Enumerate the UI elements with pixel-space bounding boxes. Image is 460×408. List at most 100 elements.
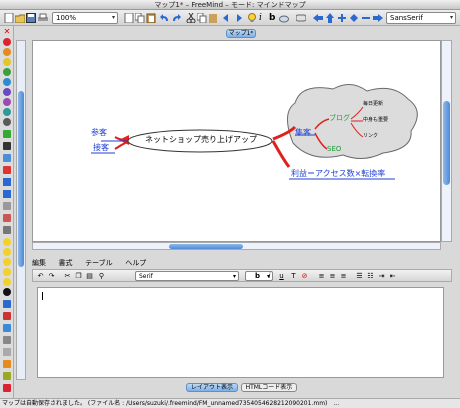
- priority-4-icon[interactable]: [3, 68, 11, 76]
- canvas-vertical-thumb[interactable]: [443, 101, 450, 185]
- canvas-horizontal-scrollbar[interactable]: [32, 242, 441, 250]
- priority-3-icon[interactable]: [3, 58, 11, 66]
- pencil-icon[interactable]: [3, 202, 11, 210]
- smiley-icon[interactable]: [3, 238, 11, 246]
- mindmap-canvas[interactable]: ネットショップ売り上げアップ 参客 接客 集客 ブログ SEO 毎日更新 中身も…: [32, 40, 441, 242]
- node-blog[interactable]: ブログ: [329, 113, 350, 123]
- password-icon[interactable]: [3, 226, 11, 234]
- mail-icon[interactable]: [3, 312, 11, 320]
- align-right-icon[interactable]: ≡: [339, 272, 348, 280]
- list-unordered-icon[interactable]: ☰: [355, 272, 364, 280]
- list-ordered-icon[interactable]: ☷: [366, 272, 375, 280]
- back-icon[interactable]: [222, 13, 232, 23]
- note-editor[interactable]: [37, 287, 444, 378]
- node-sekkyaku[interactable]: 接客: [93, 142, 109, 153]
- node-seo[interactable]: SEO: [327, 145, 341, 153]
- priority-7-icon[interactable]: [3, 98, 11, 106]
- paste-small-icon[interactable]: ▤: [85, 272, 94, 280]
- forward-icon[interactable]: [233, 13, 243, 23]
- canvas-vertical-scrollbar[interactable]: [441, 40, 452, 242]
- new-map-icon[interactable]: [4, 12, 14, 24]
- node-profit[interactable]: 利益＝アクセス数×転換率: [291, 168, 385, 179]
- cut-small-icon[interactable]: ✂: [63, 272, 72, 280]
- align-center-icon[interactable]: ≡: [328, 272, 337, 280]
- smiley-neutral-icon[interactable]: [3, 248, 11, 256]
- menu-format[interactable]: 書式: [59, 258, 73, 268]
- text-color-icon[interactable]: T: [289, 272, 298, 280]
- node-shukyaku[interactable]: 集客: [295, 127, 311, 138]
- cut-icon[interactable]: [186, 12, 196, 24]
- priority-1-icon[interactable]: [3, 38, 11, 46]
- italic-icon[interactable]: i: [259, 13, 269, 23]
- save-icon[interactable]: [26, 13, 36, 23]
- list-icon[interactable]: [3, 348, 11, 356]
- minus-icon[interactable]: [361, 13, 371, 23]
- copy2-icon[interactable]: [196, 12, 207, 24]
- tab-layout-view[interactable]: レイアウト表示: [186, 383, 239, 392]
- clear-format-icon[interactable]: ⊘: [300, 272, 309, 280]
- menu-table[interactable]: テーブル: [85, 258, 113, 268]
- remove-icon[interactable]: ✕: [3, 28, 11, 36]
- node-sankyaku[interactable]: 参客: [91, 127, 107, 138]
- align-left-icon[interactable]: ≡: [317, 272, 326, 280]
- idea-icon[interactable]: [247, 13, 257, 23]
- editor-font-select[interactable]: Serif ▾: [135, 271, 239, 281]
- smiley-angry-icon[interactable]: [3, 268, 11, 276]
- clock-icon[interactable]: [3, 324, 11, 332]
- bulb-icon[interactable]: [3, 360, 11, 368]
- diamond-icon[interactable]: [349, 13, 359, 23]
- arrow-left-icon[interactable]: [313, 13, 323, 23]
- redo-small-icon[interactable]: ↷: [47, 272, 56, 280]
- canvas-horizontal-thumb[interactable]: [169, 244, 243, 249]
- node-daily-update[interactable]: 毎日更新: [363, 100, 383, 107]
- node-icon[interactable]: [295, 13, 307, 23]
- priority-9-icon[interactable]: [3, 118, 11, 126]
- add-icon[interactable]: [337, 13, 347, 23]
- node-link[interactable]: リンク: [363, 132, 378, 139]
- flag-icon[interactable]: [3, 130, 11, 138]
- attach-icon[interactable]: [3, 336, 11, 344]
- find-icon[interactable]: ⚲: [97, 272, 106, 280]
- palette-scroll-thumb[interactable]: [18, 91, 24, 267]
- smiley-sad-icon[interactable]: [3, 258, 11, 266]
- tab-html-view[interactable]: HTMLコード表示: [240, 383, 298, 392]
- info-icon[interactable]: [3, 154, 11, 162]
- copy-icon[interactable]: [134, 12, 145, 24]
- node-content-important[interactable]: 中身も重要: [363, 116, 388, 123]
- print-icon[interactable]: [38, 13, 48, 23]
- undo-icon[interactable]: [160, 13, 170, 23]
- outdent-icon[interactable]: ⇤: [388, 272, 397, 280]
- bold-button[interactable]: b: [253, 272, 262, 280]
- warning-icon[interactable]: [3, 166, 11, 174]
- idea-small-icon[interactable]: [3, 372, 11, 380]
- key-icon[interactable]: [3, 214, 11, 222]
- indent-icon[interactable]: ⇥: [377, 272, 386, 280]
- arrow-icon[interactable]: [3, 178, 11, 186]
- open-icon[interactable]: [14, 13, 26, 24]
- font-family-select[interactable]: SansSerif ▾: [386, 12, 456, 24]
- book-icon[interactable]: [3, 300, 11, 308]
- priority-2-icon[interactable]: [3, 48, 11, 56]
- back-arrow-icon[interactable]: [3, 190, 11, 198]
- arrow-up-icon[interactable]: [325, 13, 335, 23]
- palette-scrollbar[interactable]: [16, 40, 26, 380]
- priority-6-icon[interactable]: [3, 88, 11, 96]
- underline-button[interactable]: u: [277, 272, 286, 280]
- italic-button[interactable]: i: [265, 272, 274, 280]
- smiley-surprised-icon[interactable]: [3, 278, 11, 286]
- root-node[interactable]: ネットショップ売り上げアップ: [131, 134, 271, 145]
- menu-help[interactable]: ヘルプ: [125, 258, 146, 268]
- new-doc-icon[interactable]: [124, 12, 134, 24]
- heart-icon[interactable]: [3, 384, 11, 392]
- priority-8-icon[interactable]: [3, 108, 11, 116]
- menu-edit[interactable]: 編集: [32, 258, 46, 268]
- black-dot-icon[interactable]: [3, 288, 11, 296]
- cloud-icon[interactable]: [279, 13, 289, 23]
- copy-small-icon[interactable]: ❐: [74, 272, 83, 280]
- arrow-right-icon[interactable]: [373, 13, 383, 23]
- undo-small-icon[interactable]: ↶: [36, 272, 45, 280]
- tab-map1[interactable]: マップ1*: [226, 29, 256, 38]
- paste-icon[interactable]: [146, 13, 156, 24]
- zoom-select[interactable]: 100% ▾: [52, 12, 118, 24]
- priority-5-icon[interactable]: [3, 78, 11, 86]
